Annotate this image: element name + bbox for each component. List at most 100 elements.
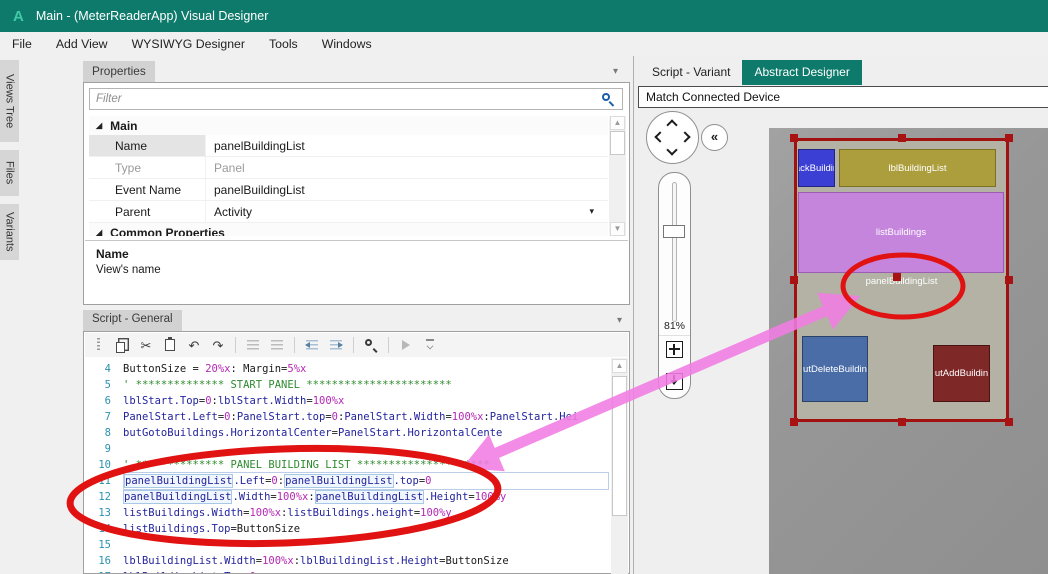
menu-item-windows[interactable]: Windows (310, 34, 384, 54)
scroll-up-icon[interactable]: ▲ (612, 359, 627, 373)
side-tab-views-tree[interactable]: Views Tree (0, 60, 19, 142)
run-icon[interactable] (396, 335, 416, 355)
script-editor-panel: ✂ ↶ ↷ 4 ButtonSize = 20%x: Margin=5%x 5 ' ***… (83, 331, 630, 574)
code-text: panelBuildingList.Left=0:panelBuildingLi… (123, 472, 609, 490)
designer-canvas[interactable]: ackBuildinlblBuildingList listBuildings ut… (769, 128, 1048, 574)
dropdown-arrow-icon[interactable]: ▾ (589, 206, 594, 217)
designer-view-utDeleteBuildin[interactable]: utDeleteBuildin (802, 336, 868, 402)
properties-scrollbar[interactable]: ▲ ▼ (609, 116, 626, 236)
search-icon[interactable] (601, 92, 615, 107)
menu-item-tools[interactable]: Tools (257, 34, 310, 54)
paste-icon[interactable] (160, 335, 180, 355)
property-value[interactable]: Panel (206, 157, 608, 178)
property-row-name[interactable]: Name panelBuildingList (89, 135, 608, 157)
code-line-7[interactable]: 7 PanelStart.Left=0:PanelStart.top=0:Pane… (85, 409, 611, 425)
selection-handle[interactable] (790, 418, 798, 426)
pan-right-icon[interactable] (679, 131, 691, 143)
code-line-17[interactable]: 17 lblBuildingList.Top=0 (85, 569, 611, 573)
code-line-15[interactable]: 15 (85, 537, 611, 553)
indent-icon[interactable] (326, 335, 346, 355)
filter-input[interactable] (89, 88, 623, 110)
scroll-up-icon[interactable]: ▲ (610, 116, 625, 130)
code-line-4[interactable]: 4 ButtonSize = 20%x: Margin=5%x (85, 361, 611, 377)
group-main[interactable]: ◢ Main (89, 116, 608, 135)
designer-view-ackBuildin[interactable]: ackBuildin (798, 149, 835, 187)
code-line-5[interactable]: 5 ' ************** START PANEL **********… (85, 377, 611, 393)
property-row-type[interactable]: Type Panel (89, 157, 608, 179)
editor-scrollbar[interactable]: ▲ (611, 358, 628, 574)
redo-icon[interactable]: ↷ (208, 335, 228, 355)
comment-icon[interactable] (243, 335, 263, 355)
selection-handle[interactable] (897, 134, 906, 142)
uncomment-icon[interactable] (267, 335, 287, 355)
script-panel-chevron-icon[interactable]: ▾ (617, 315, 622, 326)
code-line-16[interactable]: 16 lblBuildingList.Width=100%x:lblBuildin… (85, 553, 611, 569)
code-line-14[interactable]: 14 listBuildings.Top=ButtonSize (85, 521, 611, 537)
expander-icon[interactable]: ◢ (96, 228, 102, 236)
app-logo-icon: A (13, 7, 24, 25)
menu-item-wysiwyg-designer[interactable]: WYSIWYG Designer (120, 34, 257, 54)
tab-properties[interactable]: Properties (83, 61, 155, 82)
toolbar-separator (294, 337, 295, 353)
zoom-slider[interactable] (672, 182, 677, 322)
cut-icon[interactable]: ✂ (136, 335, 156, 355)
designer-view-lblBuildingList[interactable]: lblBuildingList (839, 149, 996, 187)
property-value[interactable]: Activity ▾ (206, 201, 608, 222)
undo-icon[interactable]: ↶ (184, 335, 204, 355)
side-tab-strip: Views Tree Files Variants (0, 56, 22, 574)
code-editor[interactable]: 4 ButtonSize = 20%x: Margin=5%x 5 ' *******… (85, 357, 611, 573)
fit-width-icon[interactable] (666, 373, 683, 390)
pan-control[interactable] (646, 111, 699, 164)
selection-handle[interactable] (1005, 276, 1013, 284)
pan-down-icon[interactable] (666, 144, 678, 156)
scrollbar-thumb[interactable] (610, 131, 625, 155)
code-line-9[interactable]: 9 (85, 441, 611, 457)
menu-item-file[interactable]: File (0, 34, 44, 54)
property-row-parent[interactable]: Parent Activity ▾ (89, 201, 608, 223)
tab-script-variant[interactable]: Script - Variant (640, 60, 742, 85)
code-text: PanelStart.Left=0:PanelStart.top=0:Panel… (123, 411, 579, 423)
designer-view-utAddBuildin[interactable]: utAddBuildin (933, 345, 990, 402)
designer-panel: Script - Variant Abstract Designer Match … (633, 56, 1048, 574)
selection-handle[interactable] (897, 418, 906, 426)
selected-panel-panelBuildingList[interactable]: ackBuildinlblBuildingList listBuildings ut… (790, 134, 1013, 426)
scroll-down-icon[interactable]: ▼ (610, 222, 625, 236)
selection-handle[interactable] (790, 134, 798, 142)
code-line-6[interactable]: 6 lblStart.Top=0:lblStart.Width=100%x (85, 393, 611, 409)
code-line-8[interactable]: 8 butGotoBuildings.HorizontalCenter=Panel… (85, 425, 611, 441)
code-line-11[interactable]: 11 panelBuildingList.Left=0:panelBuilding… (85, 472, 611, 490)
designer-view-listBuildings[interactable]: listBuildings (798, 192, 1004, 273)
properties-panel-chevron-icon[interactable]: ▾ (613, 66, 618, 77)
description-title: Name (96, 247, 129, 261)
code-line-13[interactable]: 13 listBuildings.Width=100%x:listBuilding… (85, 505, 611, 521)
outdent-icon[interactable] (302, 335, 322, 355)
expander-icon[interactable]: ◢ (96, 121, 102, 130)
zoom-slider-thumb[interactable] (663, 225, 685, 238)
search-icon[interactable] (361, 335, 381, 355)
pan-left-icon[interactable] (654, 131, 666, 143)
side-tab-variants[interactable]: Variants (0, 204, 19, 260)
copy-icon[interactable] (112, 335, 132, 355)
code-line-12[interactable]: 12 panelBuildingList.Width=100%x:panelBui… (85, 489, 611, 505)
match-connected-device-bar[interactable]: Match Connected Device (638, 86, 1048, 108)
property-value[interactable]: panelBuildingList (206, 179, 608, 200)
more-icon[interactable] (420, 335, 440, 355)
collapse-tools-button[interactable]: « (701, 124, 728, 151)
group-common-properties[interactable]: ◢ Common Properties (89, 223, 608, 236)
menu-item-add-view[interactable]: Add View (44, 34, 120, 54)
tab-script-general[interactable]: Script - General (83, 310, 182, 331)
selection-center-handle[interactable] (893, 273, 902, 282)
scrollbar-thumb[interactable] (612, 376, 627, 516)
property-row-event-name[interactable]: Event Name panelBuildingList (89, 179, 608, 201)
selection-handle[interactable] (790, 276, 798, 284)
selection-handle[interactable] (1005, 134, 1013, 142)
selection-handle[interactable] (1005, 418, 1013, 426)
zoom-control: 81% (658, 172, 691, 399)
code-line-10[interactable]: 10 ' ************** PANEL BUILDING LIST *… (85, 457, 611, 473)
tab-abstract-designer[interactable]: Abstract Designer (742, 60, 862, 85)
property-value[interactable]: panelBuildingList (206, 135, 608, 156)
side-tab-files[interactable]: Files (0, 150, 19, 196)
pan-up-icon[interactable] (666, 119, 678, 131)
fit-to-screen-icon[interactable] (666, 341, 683, 358)
